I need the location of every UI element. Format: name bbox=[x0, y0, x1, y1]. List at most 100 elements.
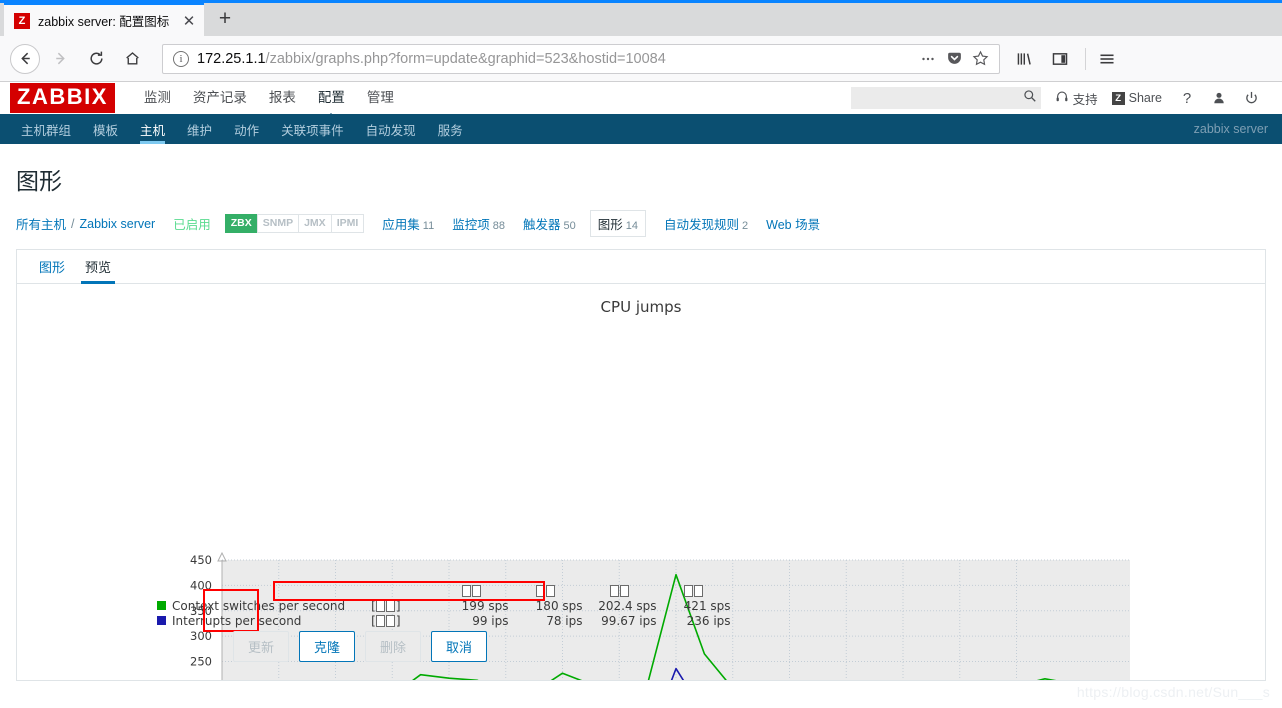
zabbix-header: ZABBIX 监测 资产记录 报表 配置 管理 支持 Z Share ? bbox=[0, 82, 1282, 114]
series-name-text-0: Context switches per second bbox=[172, 599, 346, 613]
cancel-button[interactable]: 取消 bbox=[431, 631, 488, 662]
legend-series-name-1: Interrupts per second bbox=[157, 614, 371, 629]
zabbix-share-icon: Z bbox=[1111, 91, 1125, 105]
breadcrumb-web-scenarios[interactable]: Web 场景 bbox=[766, 214, 820, 233]
subnav-item-actions[interactable]: 动作 bbox=[223, 114, 270, 144]
top-menu-item-monitoring[interactable]: 监测 bbox=[133, 82, 182, 114]
share-link[interactable]: Z Share bbox=[1111, 91, 1162, 105]
stats-header-avg bbox=[509, 584, 583, 599]
search-input[interactable] bbox=[858, 90, 1023, 106]
stats-max-0: 202.4 sps bbox=[598, 599, 657, 613]
logout-power-icon[interactable] bbox=[1240, 87, 1262, 109]
sidebar-icon[interactable] bbox=[1044, 43, 1076, 75]
interface-badge-snmp[interactable]: SNMP bbox=[256, 214, 299, 233]
subnav-item-services[interactable]: 服务 bbox=[427, 114, 474, 144]
subnav-item-maintenance[interactable]: 维护 bbox=[176, 114, 223, 144]
y-tick-label: 250 bbox=[190, 655, 212, 669]
top-menu-item-reports[interactable]: 报表 bbox=[258, 82, 307, 114]
new-tab-button[interactable]: + bbox=[210, 4, 240, 34]
delete-button[interactable]: 删除 bbox=[365, 631, 422, 662]
breadcrumb-all-hosts[interactable]: 所有主机 bbox=[16, 214, 66, 233]
stats-min-1: 99 ips bbox=[472, 614, 509, 628]
y-tick-label: 450 bbox=[190, 553, 212, 567]
top-menu-item-inventory[interactable]: 资产记录 bbox=[182, 82, 258, 114]
top-menu: 监测 资产记录 报表 配置 管理 bbox=[133, 82, 405, 114]
legend-series-name-0: Context switches per second bbox=[157, 599, 371, 614]
content-panel: 图形 预览 CPU jumps 501001502002503003504004… bbox=[16, 249, 1266, 681]
site-info-icon[interactable]: i bbox=[173, 50, 189, 67]
legend-header-spacer bbox=[157, 584, 371, 599]
back-arrow-icon[interactable] bbox=[10, 43, 40, 74]
top-menu-item-administration[interactable]: 管理 bbox=[356, 82, 405, 114]
pocket-icon[interactable] bbox=[941, 46, 967, 72]
help-icon[interactable]: ? bbox=[1176, 87, 1198, 109]
interface-badge-ipmi[interactable]: IPMI bbox=[330, 214, 365, 233]
library-icon[interactable] bbox=[1008, 43, 1040, 75]
subnav-item-hosts[interactable]: 主机 bbox=[129, 114, 176, 144]
tab-strip: Z zabbix server: 配置图标 ✕ + bbox=[0, 0, 1282, 36]
graphs-count: 14 bbox=[625, 220, 639, 232]
stats-header-min bbox=[435, 584, 509, 599]
tab-preview[interactable]: 预览 bbox=[75, 250, 121, 284]
breadcrumb-host[interactable]: Zabbix server bbox=[80, 217, 156, 231]
url-bar[interactable]: i 172.25.1.1/zabbix/graphs.php?form=upda… bbox=[162, 43, 1000, 74]
tab-favicon-icon: Z bbox=[14, 12, 30, 29]
navigation-toolbar: i 172.25.1.1/zabbix/graphs.php?form=upda… bbox=[0, 36, 1282, 82]
web-scenarios-label: Web 场景 bbox=[766, 218, 821, 232]
stats-avg-0: 180 sps bbox=[535, 599, 583, 613]
home-icon[interactable] bbox=[116, 43, 148, 75]
zabbix-header-right: 支持 Z Share ? bbox=[850, 87, 1282, 109]
triggers-count: 50 bbox=[563, 220, 576, 232]
legend-color-swatch-0 bbox=[157, 601, 166, 610]
breadcrumb-items[interactable]: 监控项 88 bbox=[452, 214, 505, 233]
user-profile-icon[interactable] bbox=[1208, 87, 1230, 109]
bookmark-star-icon[interactable] bbox=[967, 46, 993, 72]
search-box[interactable] bbox=[850, 87, 1041, 109]
interface-badge-jmx[interactable]: JMX bbox=[298, 214, 331, 233]
subnav-item-correlation[interactable]: 关联项事件 bbox=[270, 114, 355, 144]
breadcrumb: 所有主机 / Zabbix server 已启用 ZBX SNMP JMX IP… bbox=[0, 210, 1282, 249]
support-label: 支持 bbox=[1072, 92, 1098, 107]
search-icon[interactable] bbox=[1023, 89, 1037, 108]
top-menu-item-configuration[interactable]: 配置 bbox=[307, 82, 356, 114]
host-status-badge: 已启用 bbox=[173, 218, 211, 232]
interface-badges: ZBX SNMP JMX IPMI bbox=[224, 214, 365, 233]
zabbix-logo[interactable]: ZABBIX bbox=[10, 83, 115, 113]
subnav-item-templates[interactable]: 模板 bbox=[82, 114, 129, 144]
graph-legend: Context switches per second [] 199 sps 1… bbox=[157, 584, 731, 629]
clone-button[interactable]: 克隆 bbox=[299, 631, 356, 662]
page-title: 图形 bbox=[16, 168, 62, 194]
legend-table: Context switches per second [] 199 sps 1… bbox=[157, 584, 731, 629]
stats-last-1: 236 ips bbox=[686, 614, 731, 628]
page-actions-icon[interactable] bbox=[915, 46, 941, 72]
legend-unit-cell-0: [] bbox=[371, 599, 401, 613]
legend-row: Interrupts per second [] 99 ips 78 ips 9… bbox=[157, 614, 731, 629]
close-icon[interactable]: ✕ bbox=[180, 12, 198, 30]
stats-header-last bbox=[657, 584, 731, 599]
breadcrumb-graphs[interactable]: 图形 14 bbox=[589, 210, 647, 237]
tab-title: zabbix server: 配置图标 bbox=[38, 15, 170, 29]
support-link[interactable]: 支持 bbox=[1055, 89, 1098, 108]
hamburger-menu-icon[interactable] bbox=[1091, 43, 1123, 75]
subnav-item-discovery[interactable]: 自动发现 bbox=[355, 114, 427, 144]
subnav-item-host-groups[interactable]: 主机群组 bbox=[10, 114, 82, 144]
breadcrumb-triggers[interactable]: 触发器 50 bbox=[523, 214, 576, 233]
browser-tab[interactable]: Z zabbix server: 配置图标 ✕ bbox=[4, 3, 204, 36]
update-button[interactable]: 更新 bbox=[233, 631, 290, 662]
breadcrumb-applications[interactable]: 应用集 11 bbox=[382, 214, 434, 233]
forward-arrow-icon bbox=[44, 43, 76, 75]
url-path: /zabbix/graphs.php?form=update&graphid=5… bbox=[265, 50, 666, 67]
stats-header-max bbox=[583, 584, 657, 599]
legend-unit-cell-1: [] bbox=[371, 614, 401, 628]
applications-label: 应用集 bbox=[382, 218, 420, 232]
toolbar-divider bbox=[1085, 47, 1086, 70]
tab-graph[interactable]: 图形 bbox=[29, 250, 75, 283]
interface-badge-zbx[interactable]: ZBX bbox=[224, 214, 257, 233]
legend-header-unit-spacer bbox=[371, 584, 434, 599]
discovery-rules-label: 自动发现规则 bbox=[664, 218, 740, 232]
legend-header-row bbox=[157, 584, 731, 599]
reload-icon[interactable] bbox=[80, 43, 112, 75]
browser-chrome: Z zabbix server: 配置图标 ✕ + i 172.25.1.1/z… bbox=[0, 0, 1282, 82]
breadcrumb-discovery-rules[interactable]: 自动发现规则 2 bbox=[664, 214, 748, 233]
y-tick-label: 300 bbox=[190, 629, 212, 643]
